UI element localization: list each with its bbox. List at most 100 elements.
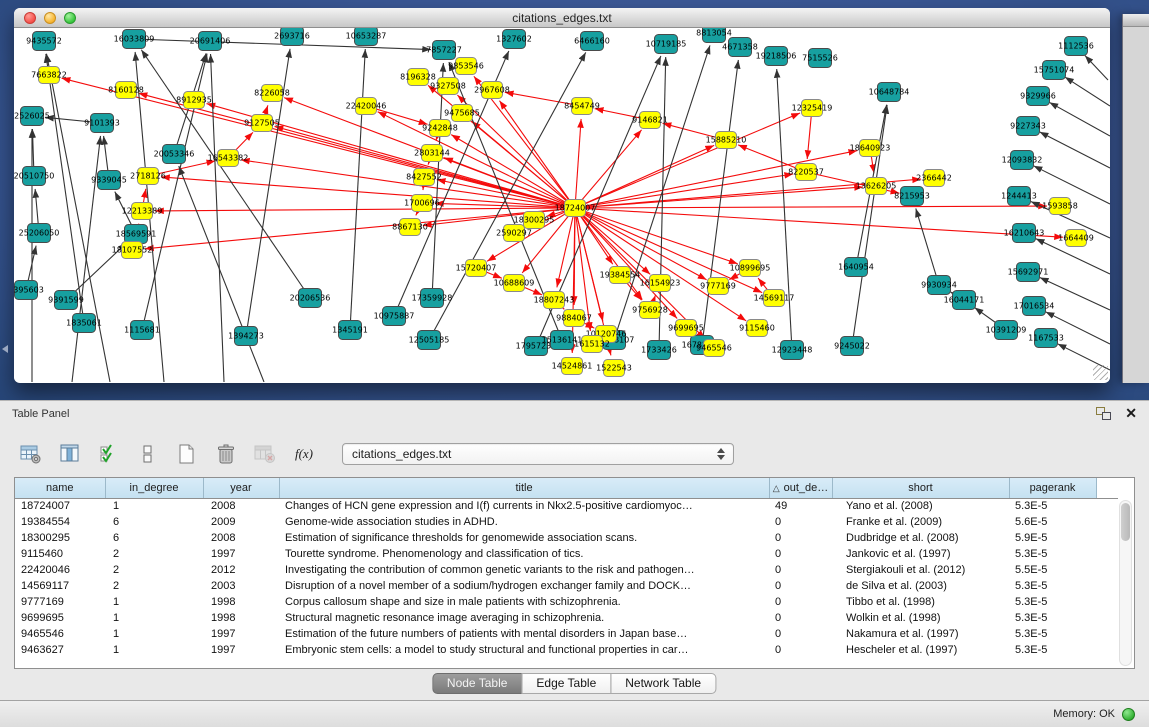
network-graph[interactable]: 9435572160338092069140626937161065328778… <box>14 28 1110 382</box>
table-row[interactable]: 1830029562008Estimation of significance … <box>15 530 1118 546</box>
cell-year[interactable]: 1998 <box>203 594 279 610</box>
window-resize-grip[interactable] <box>1093 365 1108 380</box>
cell-out_de[interactable]: 0 <box>769 530 832 546</box>
cell-short[interactable]: Stergiakouli et al. (2012) <box>832 562 1009 578</box>
column-header-year[interactable]: year <box>203 478 279 498</box>
citation-edge-black[interactable] <box>702 60 738 345</box>
cell-title[interactable]: Embryonic stem cells: a model to study s… <box>279 642 769 658</box>
cell-year[interactable]: 1997 <box>203 642 279 658</box>
table-row[interactable]: 977716911998Corpus callosum shape and si… <box>15 594 1118 610</box>
cell-title[interactable]: Structural magnetic resonance image aver… <box>279 610 769 626</box>
cell-in_degree[interactable]: 6 <box>105 514 203 530</box>
background-window[interactable] <box>1122 14 1149 383</box>
cell-pagerank[interactable]: 5.3E-5 <box>1009 546 1096 562</box>
cell-pagerank[interactable]: 5.3E-5 <box>1009 594 1096 610</box>
select-columns-button[interactable] <box>96 442 122 466</box>
cell-pagerank[interactable]: 5.6E-5 <box>1009 514 1096 530</box>
cell-name[interactable]: 18300295 <box>15 530 105 546</box>
citation-edge-black[interactable] <box>350 49 365 330</box>
tab-node-table[interactable]: Node Table <box>432 673 523 694</box>
cell-in_degree[interactable]: 1 <box>105 626 203 642</box>
cell-name[interactable]: 18724007 <box>15 498 105 514</box>
cell-pagerank[interactable]: 5.3E-5 <box>1009 642 1096 658</box>
network-canvas[interactable]: 9435572160338092069140626937161065328778… <box>14 28 1110 382</box>
table-options-button[interactable] <box>18 442 44 466</box>
cell-in_degree[interactable]: 1 <box>105 498 203 514</box>
cell-in_degree[interactable]: 2 <box>105 562 203 578</box>
cell-short[interactable]: Nakamura et al. (1997) <box>832 626 1009 642</box>
cell-title[interactable]: Corpus callosum shape and size in male p… <box>279 594 769 610</box>
column-header-out_de[interactable]: △out_de… <box>769 478 832 498</box>
citation-edge-red[interactable] <box>155 208 575 211</box>
cell-pagerank[interactable]: 5.3E-5 <box>1009 578 1096 594</box>
row-height-button[interactable] <box>135 442 161 466</box>
citation-edge-black[interactable] <box>1034 166 1110 204</box>
column-header-in_degree[interactable]: in_degree <box>105 478 203 498</box>
cell-name[interactable]: 19384554 <box>15 514 105 530</box>
cell-name[interactable]: 14569117 <box>15 578 105 594</box>
cell-short[interactable]: Franke et al. (2009) <box>832 514 1009 530</box>
show-columns-button[interactable] <box>57 442 83 466</box>
cell-name[interactable]: 22420046 <box>15 562 105 578</box>
cell-pagerank[interactable]: 5.3E-5 <box>1009 626 1096 642</box>
citation-edge-red[interactable] <box>575 206 1047 208</box>
citation-edge-red[interactable] <box>451 135 575 208</box>
cell-year[interactable]: 1997 <box>203 546 279 562</box>
cell-short[interactable]: de Silva et al. (2003) <box>832 578 1009 594</box>
cell-title[interactable]: Tourette syndrome. Phenomenology and cla… <box>279 546 769 562</box>
citation-edge-black[interactable] <box>1065 77 1110 106</box>
cell-out_de[interactable]: 0 <box>769 546 832 562</box>
cell-short[interactable]: Hescheler et al. (1997) <box>832 642 1009 658</box>
float-panel-icon[interactable] <box>1096 407 1111 420</box>
cell-in_degree[interactable]: 6 <box>105 530 203 546</box>
cell-pagerank[interactable]: 5.3E-5 <box>1009 610 1096 626</box>
cell-title[interactable]: Estimation of the future numbers of pati… <box>279 626 769 642</box>
citation-edge-black[interactable] <box>46 54 84 323</box>
cell-pagerank[interactable]: 5.3E-5 <box>1009 498 1096 514</box>
cell-in_degree[interactable]: 1 <box>105 610 203 626</box>
column-header-pagerank[interactable]: pagerank <box>1009 478 1096 498</box>
cell-year[interactable]: 1998 <box>203 610 279 626</box>
citation-edge-black[interactable] <box>777 69 792 350</box>
cell-title[interactable]: Disruption of a novel member of a sodium… <box>279 578 769 594</box>
cell-pagerank[interactable]: 5.9E-5 <box>1009 530 1096 546</box>
network-window-titlebar[interactable]: citations_edges.txt <box>14 8 1110 28</box>
cell-title[interactable]: Estimation of significance thresholds fo… <box>279 530 769 546</box>
cell-name[interactable]: 9465546 <box>15 626 105 642</box>
cell-year[interactable]: 2012 <box>203 562 279 578</box>
citation-edge-red[interactable] <box>575 208 707 280</box>
network-window[interactable]: citations_edges.txt 94355721603380920691… <box>14 8 1110 383</box>
cell-short[interactable]: Tibbo et al. (1998) <box>832 594 1009 610</box>
close-panel-icon[interactable]: ✕ <box>1125 407 1137 420</box>
citation-edge-black[interactable] <box>72 136 101 382</box>
cell-title[interactable]: Genome-wide association studies in ADHD. <box>279 514 769 530</box>
citation-edge-red[interactable] <box>575 119 581 208</box>
table-row[interactable]: 1456911722003Disruption of a novel membe… <box>15 578 1118 594</box>
create-column-button[interactable] <box>174 442 200 466</box>
cell-title[interactable]: Changes of HCN gene expression and I(f) … <box>279 498 769 514</box>
cell-in_degree[interactable]: 1 <box>105 594 203 610</box>
tab-network-table[interactable]: Network Table <box>610 673 716 694</box>
cell-out_de[interactable]: 49 <box>769 498 832 514</box>
panel-collapse-arrow-icon[interactable] <box>2 345 8 353</box>
cell-year[interactable]: 2009 <box>203 514 279 530</box>
cell-title[interactable]: Investigating the contribution of common… <box>279 562 769 578</box>
table-vertical-scrollbar[interactable] <box>1119 500 1132 666</box>
cell-out_de[interactable]: 0 <box>769 642 832 658</box>
citation-edge-black[interactable] <box>916 208 939 285</box>
table-select[interactable]: citations_edges.txt <box>342 443 734 465</box>
cell-in_degree[interactable]: 2 <box>105 578 203 594</box>
cell-out_de[interactable]: 0 <box>769 514 832 530</box>
cell-out_de[interactable]: 0 <box>769 562 832 578</box>
cell-short[interactable]: Dudbridge et al. (2008) <box>832 530 1009 546</box>
cell-short[interactable]: Jankovic et al. (1997) <box>832 546 1009 562</box>
column-header-name[interactable]: name <box>15 478 105 498</box>
tab-edge-table[interactable]: Edge Table <box>521 673 611 694</box>
table-row[interactable]: 911546021997Tourette syndrome. Phenomeno… <box>15 546 1118 562</box>
cell-out_de[interactable]: 0 <box>769 610 832 626</box>
citation-edge-black[interactable] <box>211 54 224 382</box>
citation-edge-black[interactable] <box>179 166 264 382</box>
table-row[interactable]: 2242004622012Investigating the contribut… <box>15 562 1118 578</box>
cell-name[interactable]: 9777169 <box>15 594 105 610</box>
cell-out_de[interactable]: 0 <box>769 578 832 594</box>
